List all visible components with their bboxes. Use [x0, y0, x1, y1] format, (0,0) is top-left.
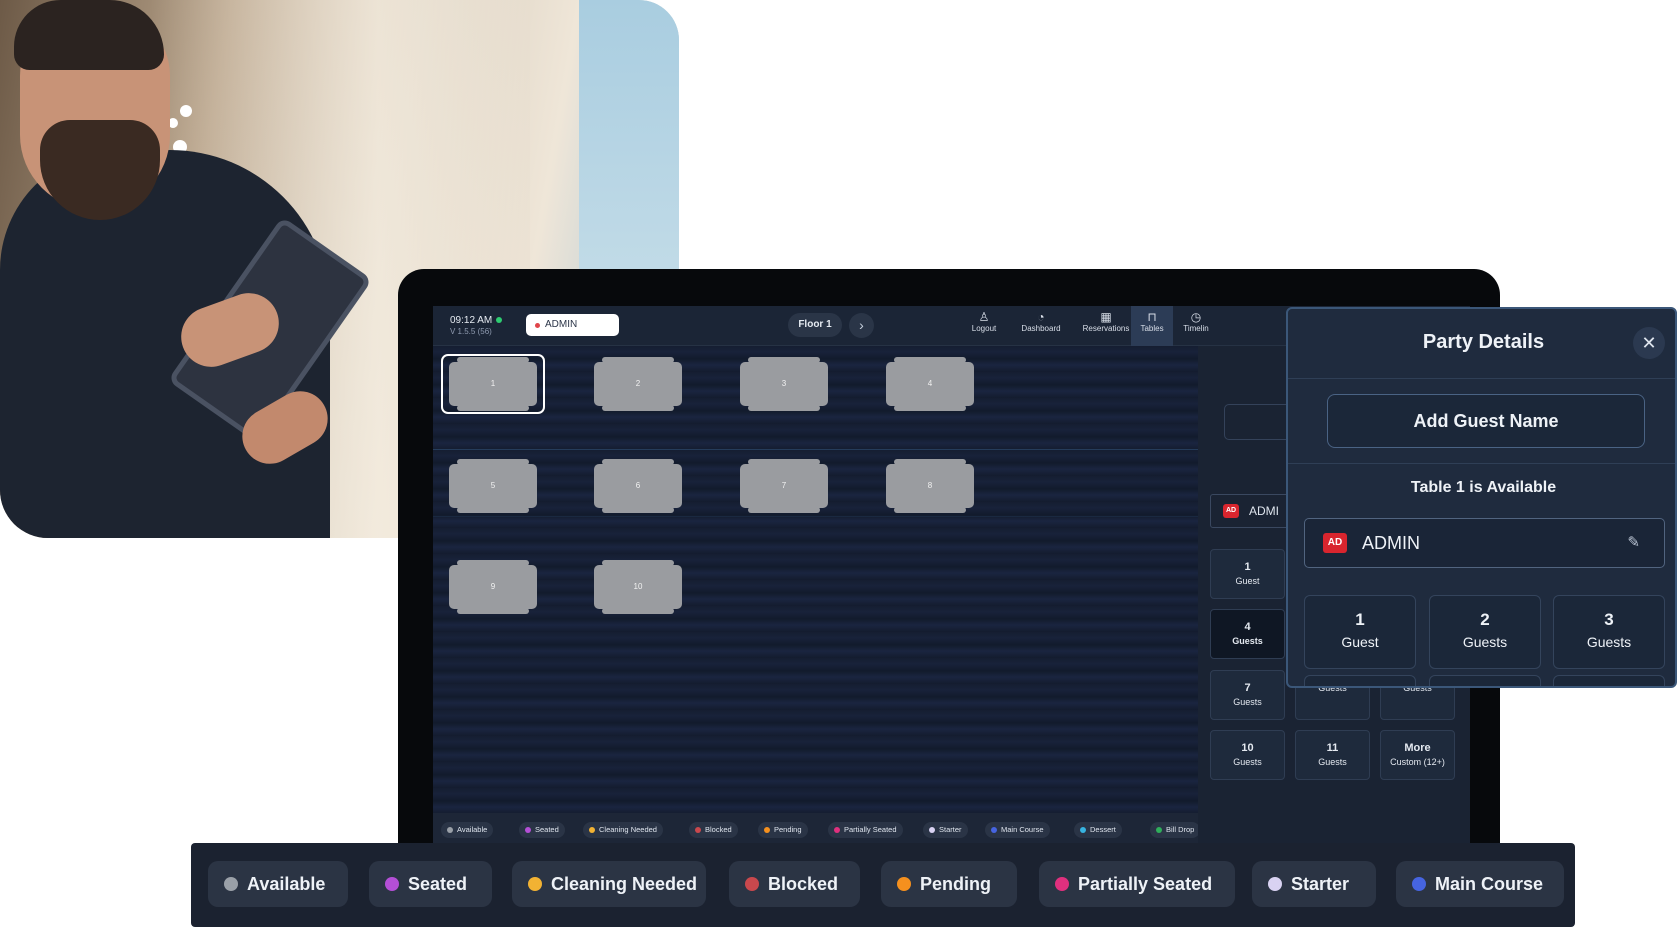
- legend-mini-main-course: Main Course: [985, 822, 1050, 838]
- table-6[interactable]: 6: [594, 459, 682, 513]
- guest-option-4[interactable]: 4 Guests: [1210, 609, 1285, 659]
- legend-starter: Starter: [1252, 861, 1376, 907]
- party-details-title: Party Details: [1422, 331, 1545, 353]
- party-guest-2[interactable]: 2 Guests: [1429, 595, 1541, 669]
- clock-icon: ◷: [1190, 310, 1202, 324]
- pencil-icon[interactable]: ✎: [1627, 533, 1640, 551]
- table-10[interactable]: 10: [594, 560, 682, 614]
- user-icon: ♙: [978, 310, 990, 324]
- table-status-text: Table 1 is Available: [1410, 479, 1557, 496]
- floor-plan: 1 2 3 4 5 6 7 8 9 10: [433, 346, 1198, 813]
- nav-dashboard[interactable]: ◔ Dashboard: [1011, 310, 1071, 342]
- legend-pending: Pending: [881, 861, 1017, 907]
- legend-mini-starter: Starter: [923, 822, 968, 838]
- add-guest-name-button[interactable]: Add Guest Name: [1327, 394, 1645, 448]
- table-5[interactable]: 5: [449, 459, 537, 513]
- staff-name: ADMIN: [1362, 533, 1420, 553]
- party-details-header: Party Details ✕: [1288, 309, 1675, 379]
- table-8[interactable]: 8: [886, 459, 974, 513]
- nav-tables[interactable]: ⊓ Tables: [1131, 306, 1173, 346]
- legend-mini-available: Available: [441, 822, 494, 838]
- legend-mini-bill-drop: Bill Drop: [1150, 822, 1201, 838]
- reservations-icon: ▦: [1100, 310, 1112, 324]
- nav-logout[interactable]: ♙ Logout: [954, 310, 1014, 342]
- guest-option-10[interactable]: 10 Guests: [1210, 730, 1285, 780]
- legend-mini-pending: Pending: [758, 822, 808, 838]
- status-legend: Available Seated Cleaning Needed Blocked…: [191, 843, 1575, 927]
- table-4[interactable]: 4: [886, 357, 974, 411]
- legend-seated: Seated: [369, 861, 492, 907]
- table-2[interactable]: 2: [594, 357, 682, 411]
- legend-main-course: Main Course: [1396, 861, 1564, 907]
- guest-option-more[interactable]: More Custom (12+): [1380, 730, 1455, 780]
- close-icon[interactable]: ✕: [1633, 327, 1665, 359]
- party-details-card: Party Details ✕ Add Guest Name Table 1 i…: [1286, 307, 1677, 688]
- legend-available: Available: [208, 861, 348, 907]
- party-guest-1[interactable]: 1 Guest: [1304, 595, 1416, 669]
- tables-icon: ⊓: [1147, 310, 1157, 324]
- chevron-right-icon[interactable]: ›: [849, 313, 874, 338]
- legend-partially-seated: Partially Seated: [1039, 861, 1235, 907]
- table-1[interactable]: 1: [449, 357, 537, 411]
- app-version: V 1.5.5 (56): [450, 327, 492, 336]
- legend-mini-partially-seated: Partially Seated: [828, 822, 903, 838]
- table-7[interactable]: 7: [740, 459, 828, 513]
- table-3[interactable]: 3: [740, 357, 828, 411]
- online-status-dot: [496, 317, 503, 324]
- legend-mini-blocked: Blocked: [689, 822, 738, 838]
- staff-selector[interactable]: AD ADMIN ✎: [1304, 518, 1665, 568]
- legend-mini-seated: Seated: [519, 822, 565, 838]
- guest-option-7[interactable]: 7 Guests: [1210, 670, 1285, 720]
- legend-mini-dessert: Dessert: [1074, 822, 1122, 838]
- nav-timeline[interactable]: ◷ Timelin: [1176, 310, 1216, 342]
- nav-reservations[interactable]: ▦ Reservations: [1076, 310, 1136, 342]
- guest-option-11[interactable]: 11 Guests: [1295, 730, 1370, 780]
- clock: 09:12 AM: [450, 315, 503, 326]
- legend-cleaning-needed: Cleaning Needed: [512, 861, 706, 907]
- guest-option-1[interactable]: 1 Guest: [1210, 549, 1285, 599]
- table-9[interactable]: 9: [449, 560, 537, 614]
- user-pill[interactable]: ADMIN: [526, 314, 619, 336]
- stage: 09:12 AM V 1.5.5 (56) ADMIN Floor 1 › ♙ L…: [0, 0, 1680, 929]
- party-guest-3[interactable]: 3 Guests: [1553, 595, 1665, 669]
- staff-badge: AD: [1223, 504, 1239, 518]
- legend-mini-cleaning: Cleaning Needed: [583, 822, 663, 838]
- floor-selector[interactable]: Floor 1: [788, 313, 842, 337]
- legend-blocked: Blocked: [729, 861, 860, 907]
- staff-badge: AD: [1323, 533, 1347, 553]
- dashboard-icon: ◔: [1037, 310, 1045, 324]
- status-legend-mini: Available Seated Cleaning Needed Blocked…: [433, 813, 1201, 843]
